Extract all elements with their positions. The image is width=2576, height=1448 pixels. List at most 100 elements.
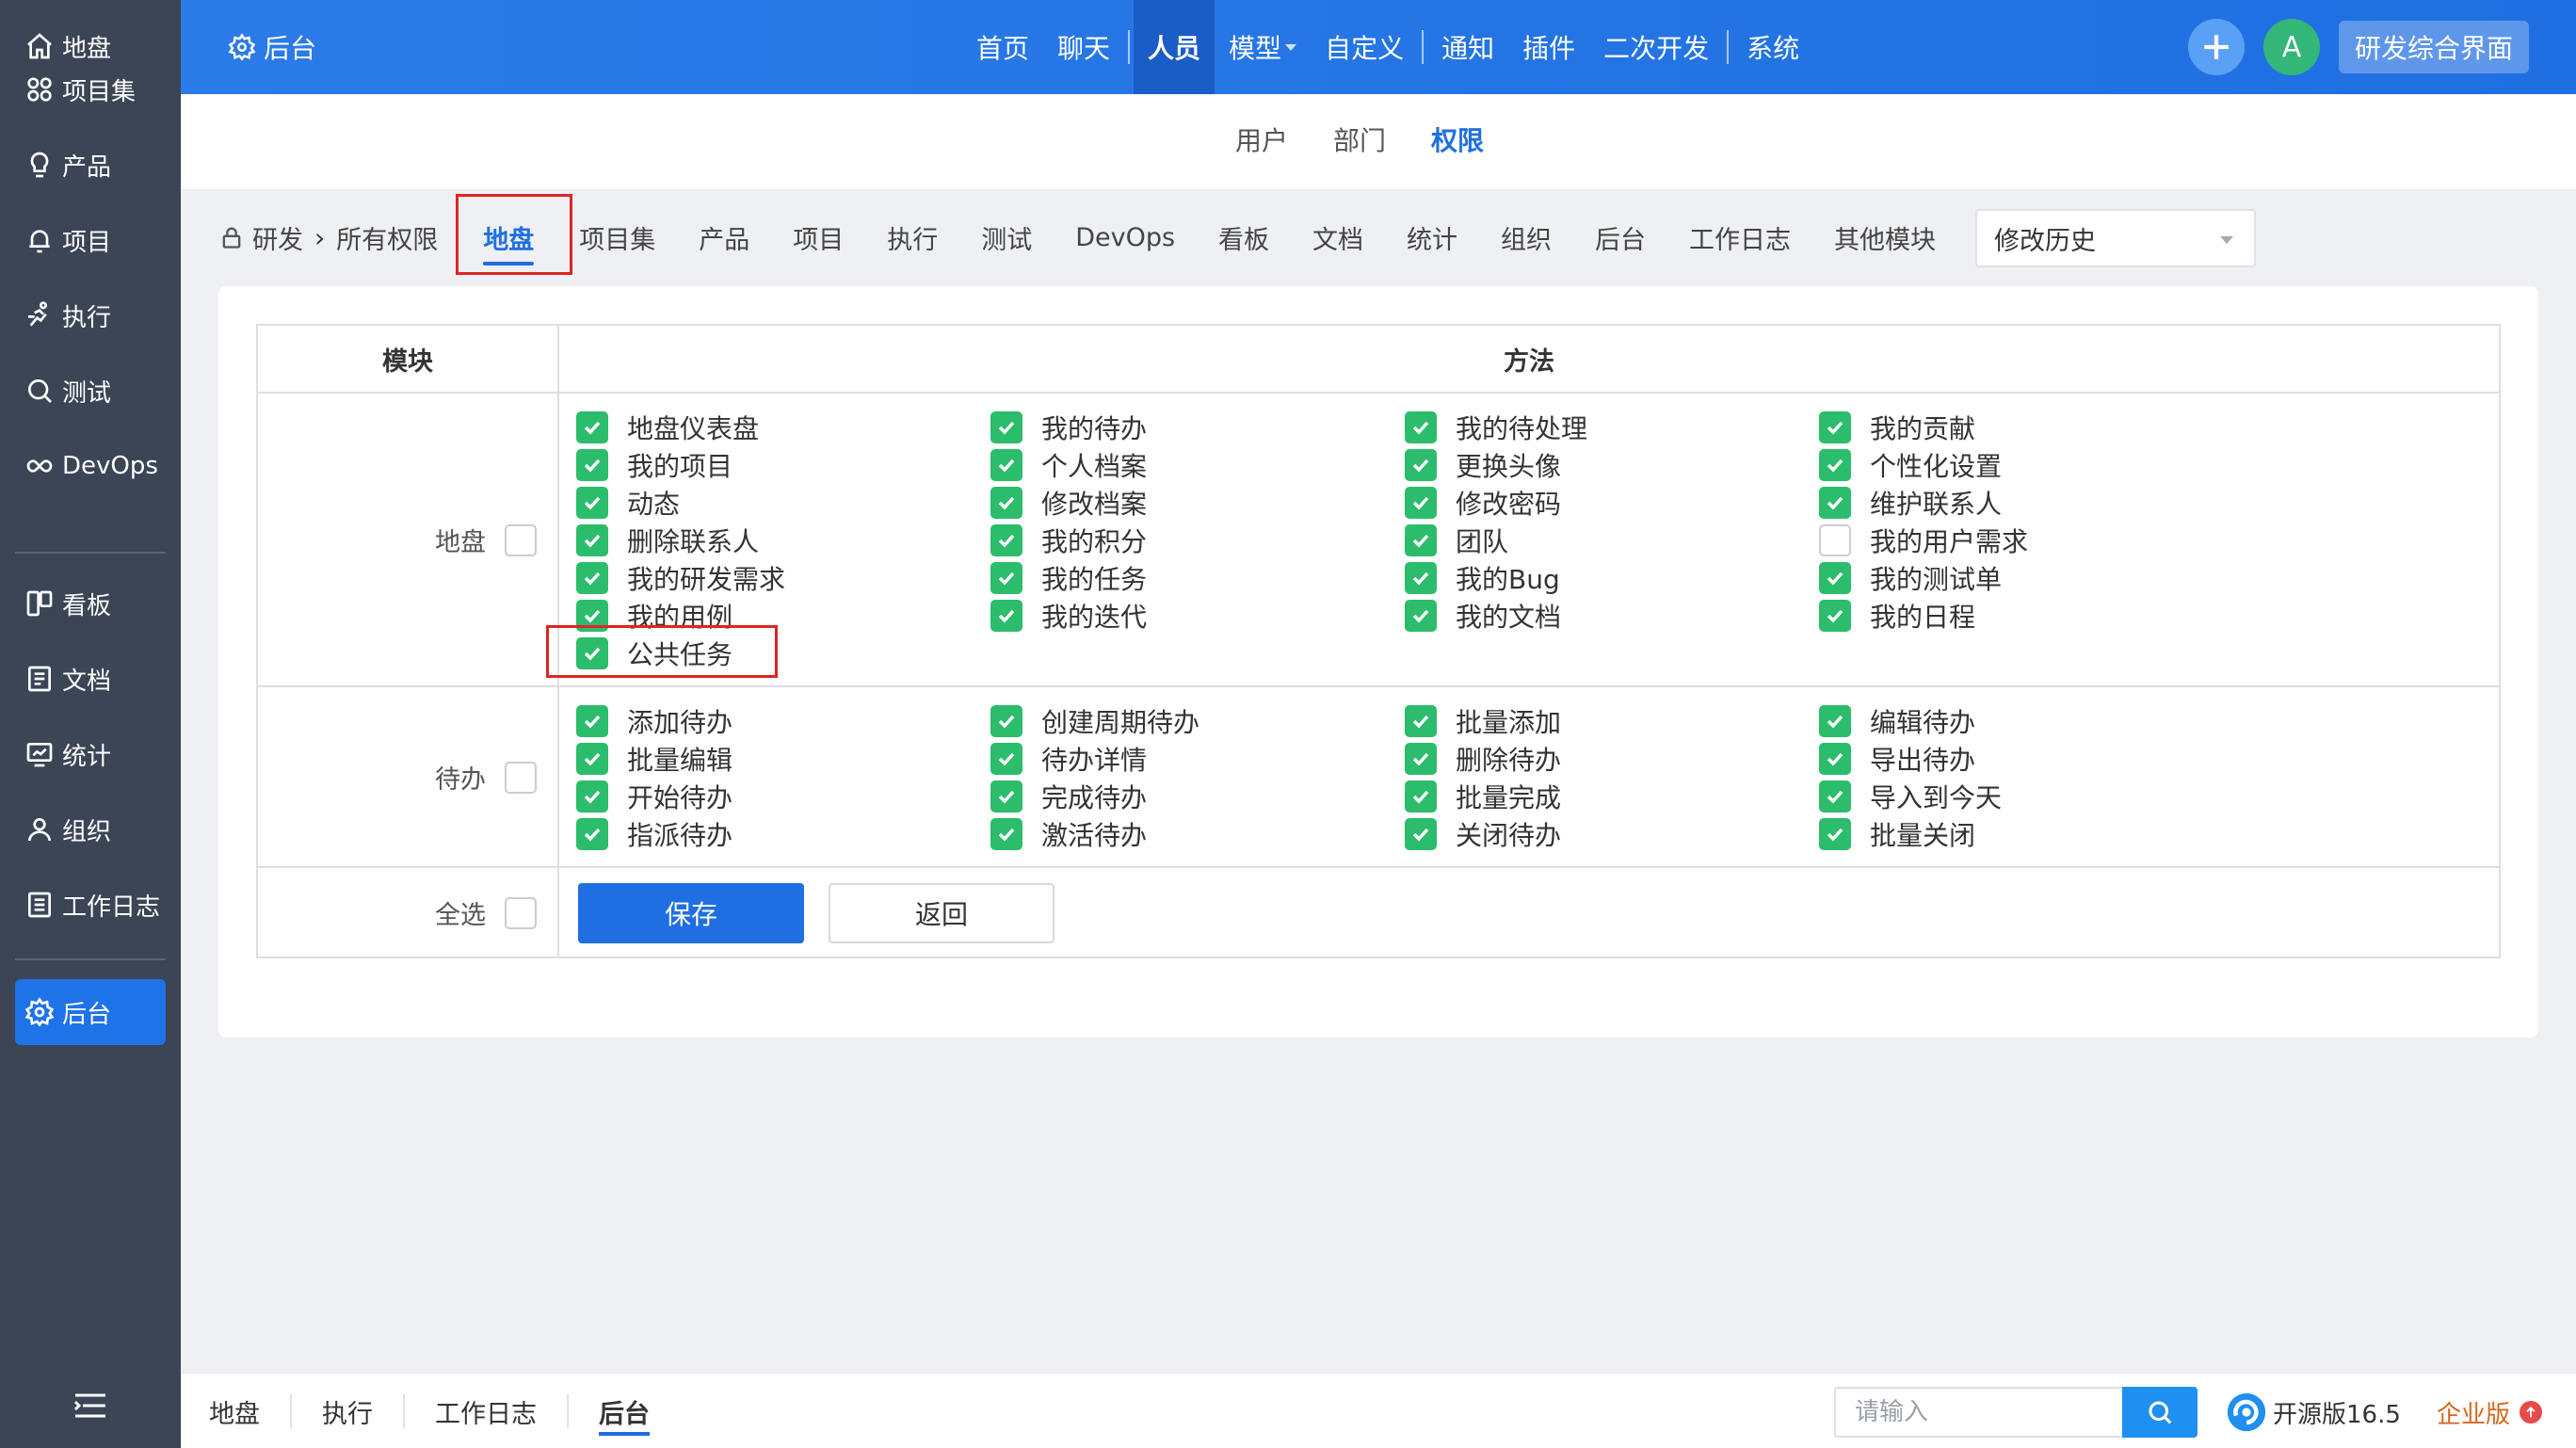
- permission-item[interactable]: 编辑待办: [1819, 702, 2233, 740]
- sidebar-item-product[interactable]: 产品: [15, 132, 166, 198]
- sidebar-item-test[interactable]: 测试: [15, 358, 166, 424]
- module-checkbox[interactable]: [505, 761, 537, 794]
- checkbox-checked[interactable]: [576, 780, 608, 812]
- sidebar-item-worklog[interactable]: 工作日志: [15, 872, 166, 938]
- create-plus-button[interactable]: [2188, 19, 2245, 75]
- permission-item[interactable]: 团队: [1405, 522, 1819, 559]
- topnav-model[interactable]: 模型: [1215, 0, 1311, 94]
- checkbox-checked[interactable]: [1819, 818, 1851, 850]
- permission-item[interactable]: 批量关闭: [1819, 815, 2233, 853]
- checkbox-unchecked[interactable]: [1819, 524, 1851, 556]
- checkbox-checked[interactable]: [576, 743, 608, 775]
- checkbox-checked[interactable]: [576, 449, 608, 481]
- sidebar-item-execution[interactable]: 执行: [15, 282, 166, 348]
- permission-item[interactable]: 我的项目: [576, 446, 990, 484]
- search-input[interactable]: [1834, 1387, 2122, 1438]
- checkbox-checked[interactable]: [1405, 449, 1437, 481]
- checkbox-checked[interactable]: [990, 487, 1022, 519]
- module-tab-doc[interactable]: 文档: [1312, 219, 1363, 256]
- permission-item[interactable]: 我的Bug: [1405, 559, 1819, 597]
- permission-item[interactable]: 修改密码: [1405, 484, 1819, 522]
- rd-interface-button[interactable]: 研发综合界面: [2339, 21, 2529, 73]
- module-tab-program[interactable]: 项目集: [579, 219, 655, 256]
- checkbox-checked[interactable]: [990, 705, 1022, 737]
- checkbox-checked[interactable]: [1819, 705, 1851, 737]
- checkbox-checked[interactable]: [1405, 780, 1437, 812]
- permission-item[interactable]: 添加待办: [576, 702, 990, 740]
- checkbox-checked[interactable]: [1819, 743, 1851, 775]
- permission-item[interactable]: 关闭待办: [1405, 815, 1819, 853]
- module-tab-project[interactable]: 项目: [793, 219, 844, 256]
- checkbox-checked[interactable]: [1405, 524, 1437, 556]
- checkbox-checked[interactable]: [1819, 562, 1851, 594]
- permission-item[interactable]: 我的研发需求: [576, 559, 990, 597]
- topnav-plugin[interactable]: 插件: [1508, 0, 1589, 94]
- checkbox-checked[interactable]: [1405, 411, 1437, 443]
- enterprise-link[interactable]: 企业版: [2437, 1391, 2543, 1434]
- module-tab-product[interactable]: 产品: [699, 219, 749, 256]
- back-button[interactable]: 返回: [829, 883, 1055, 943]
- module-tab-test[interactable]: 测试: [981, 219, 1032, 256]
- module-tab-execution[interactable]: 执行: [887, 219, 938, 256]
- save-button[interactable]: 保存: [578, 883, 804, 943]
- permission-item[interactable]: 开始待办: [576, 778, 990, 815]
- checkbox-checked[interactable]: [1405, 487, 1437, 519]
- taskbar-item-execution[interactable]: 执行: [290, 1394, 403, 1429]
- topnav-chat[interactable]: 聊天: [1043, 0, 1124, 94]
- checkbox-checked[interactable]: [576, 487, 608, 519]
- module-tab-devops[interactable]: DevOps: [1075, 223, 1175, 252]
- sidebar-item-stats[interactable]: 统计: [15, 721, 166, 787]
- sidebar-item-program[interactable]: 项目集: [15, 56, 166, 122]
- checkbox-checked[interactable]: [1819, 411, 1851, 443]
- checkbox-checked[interactable]: [990, 818, 1022, 850]
- permission-item[interactable]: 更换头像: [1405, 446, 1819, 484]
- permission-item[interactable]: 我的迭代: [990, 597, 1405, 635]
- checkbox-checked[interactable]: [576, 705, 608, 737]
- checkbox-checked[interactable]: [990, 449, 1022, 481]
- checkbox-checked[interactable]: [576, 818, 608, 850]
- permission-item[interactable]: 地盘仪表盘: [576, 409, 990, 446]
- module-checkbox[interactable]: [505, 523, 537, 556]
- sidebar-item-admin[interactable]: 后台: [15, 979, 166, 1045]
- permission-item[interactable]: 维护联系人: [1819, 484, 2233, 522]
- permission-item[interactable]: 我的待办: [990, 409, 1405, 446]
- avatar[interactable]: A: [2263, 19, 2320, 75]
- search-button[interactable]: [2122, 1387, 2198, 1438]
- sidebar-collapse-icon[interactable]: [73, 1392, 107, 1420]
- permission-item[interactable]: 我的用户需求: [1819, 522, 2233, 559]
- tab-permissions[interactable]: 权限: [1431, 121, 1484, 158]
- permission-item[interactable]: 我的任务: [990, 559, 1405, 597]
- checkbox-checked[interactable]: [576, 562, 608, 594]
- checkbox-checked[interactable]: [990, 743, 1022, 775]
- permission-item[interactable]: 修改档案: [990, 484, 1405, 522]
- sidebar-item-org[interactable]: 组织: [15, 796, 166, 862]
- permission-item[interactable]: 动态: [576, 484, 990, 522]
- module-tab-admin[interactable]: 后台: [1595, 219, 1646, 256]
- sidebar-item-kanban[interactable]: 看板: [15, 571, 166, 636]
- permission-item[interactable]: 删除待办: [1405, 740, 1819, 778]
- breadcrumb-root[interactable]: 研发: [252, 219, 303, 256]
- breadcrumb-all-permissions[interactable]: 所有权限: [336, 219, 438, 256]
- checkbox-checked[interactable]: [1405, 600, 1437, 632]
- permission-item[interactable]: 删除联系人: [576, 522, 990, 559]
- checkbox-checked[interactable]: [1405, 562, 1437, 594]
- sidebar-item-devops[interactable]: DevOps: [15, 433, 166, 499]
- module-tab-other[interactable]: 其他模块: [1834, 219, 1936, 256]
- module-tab-stats[interactable]: 统计: [1407, 219, 1457, 256]
- topnav-secondary-dev[interactable]: 二次开发: [1589, 0, 1723, 94]
- tab-departments[interactable]: 部门: [1333, 121, 1386, 158]
- admin-brand[interactable]: 后台: [228, 28, 316, 66]
- sidebar-item-doc[interactable]: 文档: [15, 646, 166, 712]
- history-select[interactable]: 修改历史: [1975, 209, 2256, 267]
- permission-item[interactable]: 个性化设置: [1819, 446, 2233, 484]
- checkbox-checked[interactable]: [990, 562, 1022, 594]
- checkbox-checked[interactable]: [990, 524, 1022, 556]
- taskbar-item-worklog[interactable]: 工作日志: [403, 1394, 567, 1429]
- checkbox-checked[interactable]: [1819, 600, 1851, 632]
- checkbox-checked[interactable]: [1819, 780, 1851, 812]
- taskbar-item-dipan[interactable]: 地盘: [209, 1394, 290, 1429]
- checkbox-checked[interactable]: [1819, 449, 1851, 481]
- checkbox-checked[interactable]: [1819, 487, 1851, 519]
- permission-item[interactable]: 创建周期待办: [990, 702, 1405, 740]
- topnav-custom[interactable]: 自定义: [1311, 0, 1418, 94]
